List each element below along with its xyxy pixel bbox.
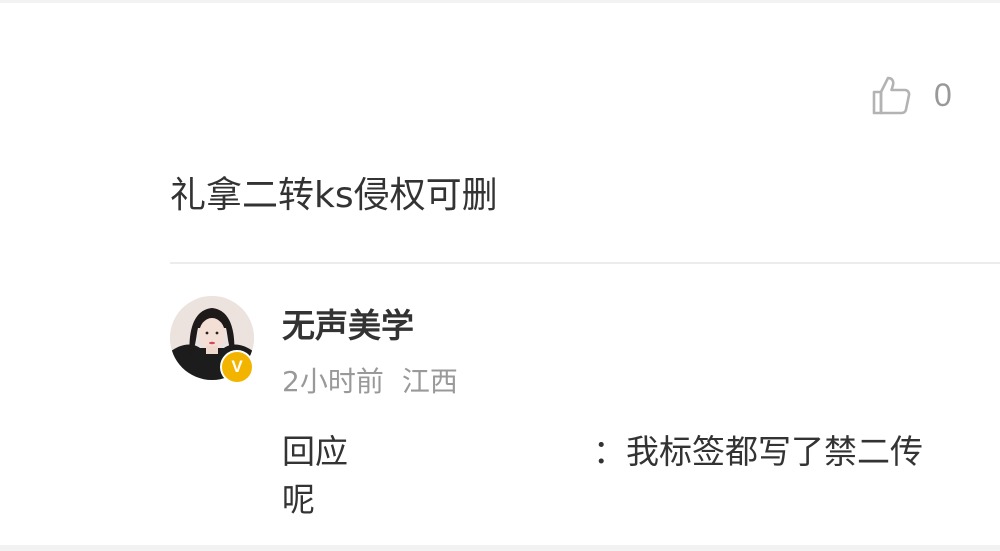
reply-time: 2小时前 [282, 365, 384, 398]
reply-prefix: 回应 [282, 432, 348, 471]
comment-divider [170, 262, 1000, 264]
bottom-divider [0, 545, 1000, 551]
thumbs-up-icon[interactable] [868, 72, 914, 118]
verified-badge-icon: V [220, 350, 254, 384]
like-button[interactable]: 0 [868, 70, 952, 120]
top-divider [0, 0, 1000, 3]
reply-location: 江西 [401, 365, 458, 398]
username[interactable]: 无声美学 [282, 304, 414, 348]
comment-text: 礼拿二转ks侵权可删 [170, 175, 498, 216]
reply-separator: ： [593, 432, 626, 471]
reply-meta: 2小时前 江西 [282, 362, 458, 402]
like-count: 0 [934, 76, 952, 113]
reply-content: 回应 ：我标签都写了禁二传呢 [282, 428, 932, 524]
